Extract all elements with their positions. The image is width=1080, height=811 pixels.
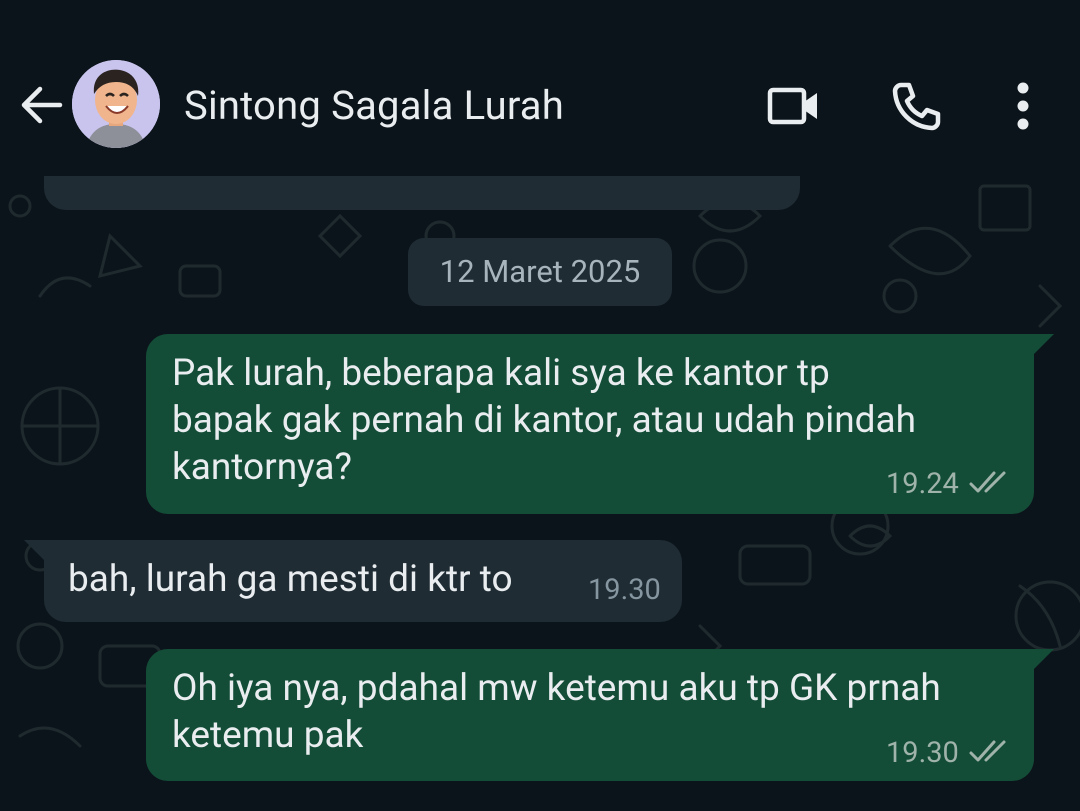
voice-call-button[interactable] bbox=[884, 76, 946, 142]
contact-name[interactable]: Sintong Sagala Lurah bbox=[184, 82, 564, 130]
message-text: bah, lurah ga mesti di ktr to bbox=[68, 558, 513, 601]
avatar-image bbox=[72, 60, 160, 148]
bubble-tail bbox=[24, 540, 46, 562]
message-time: 19.30 bbox=[588, 573, 661, 607]
bubble-tail bbox=[1032, 334, 1054, 356]
message-meta: 19.30 bbox=[886, 737, 1012, 769]
message-time: 19.30 bbox=[886, 736, 959, 770]
chat-header: Sintong Sagala Lurah bbox=[0, 0, 1080, 176]
incoming-message-bubble[interactable]: bah, lurah ga mesti di ktr to 19.30 bbox=[24, 540, 682, 622]
read-receipt-icon bbox=[969, 740, 1006, 762]
more-options-icon[interactable] bbox=[1004, 80, 1042, 132]
read-receipt-icon bbox=[969, 471, 1006, 493]
phone-icon[interactable] bbox=[884, 76, 946, 138]
back-button[interactable] bbox=[16, 78, 70, 132]
message-time: 19.24 bbox=[886, 467, 959, 501]
more-options-button[interactable] bbox=[1004, 80, 1042, 136]
bubble-tail bbox=[1032, 649, 1054, 671]
message-meta: 19.24 bbox=[886, 468, 1012, 500]
back-arrow-icon[interactable] bbox=[16, 78, 70, 132]
date-divider: 12 Maret 2025 bbox=[408, 238, 672, 306]
outgoing-message-bubble[interactable]: Oh iya nya, pdahal mw ketemu aku tp GK p… bbox=[146, 649, 1054, 781]
avatar[interactable] bbox=[72, 60, 160, 148]
video-call-button[interactable] bbox=[762, 82, 824, 134]
chat-area[interactable]: 12 Maret 2025 Pak lurah, beberapa kali s… bbox=[0, 176, 1080, 811]
outgoing-message-bubble[interactable]: Pak lurah, beberapa kali sya ke kantor t… bbox=[146, 334, 1054, 514]
previous-message-bubble[interactable] bbox=[44, 176, 800, 210]
video-call-icon[interactable] bbox=[762, 82, 824, 130]
